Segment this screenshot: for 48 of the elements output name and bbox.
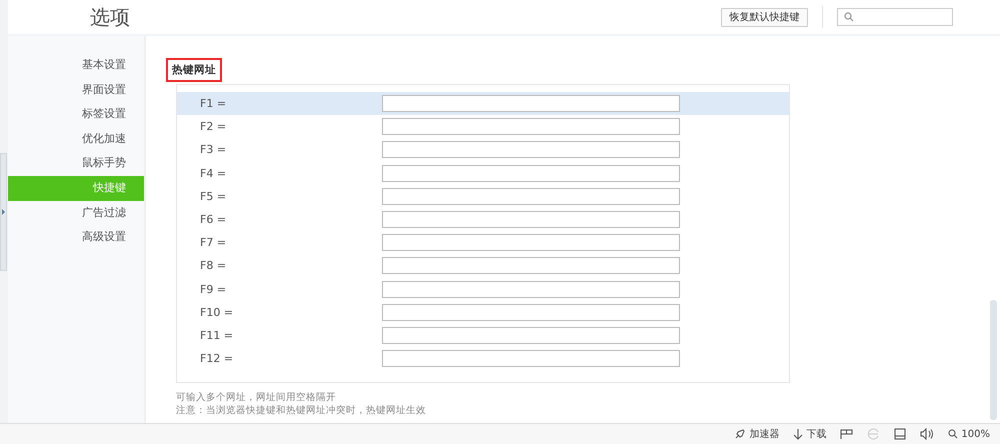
hotkey-label: F8 = bbox=[199, 259, 228, 272]
hotkey-label: F1 = bbox=[199, 97, 228, 110]
url-input-field[interactable] bbox=[382, 234, 680, 252]
url-input-field[interactable] bbox=[382, 164, 680, 182]
hint-text: 注意：当浏览器快捷键和热键网址冲突时，热键网址生效 bbox=[176, 404, 427, 418]
sidebar-item[interactable]: 优化加速 bbox=[8, 126, 144, 152]
hotkey-label: F5 = bbox=[199, 190, 228, 203]
hotkey-label: F4 = bbox=[199, 166, 228, 180]
page-title: 选项 bbox=[90, 4, 130, 30]
sidebar-item[interactable]: 广告过滤 bbox=[8, 200, 144, 226]
zoom-button[interactable]: 100% bbox=[948, 428, 990, 440]
url-input-field[interactable] bbox=[382, 211, 680, 228]
url-input-field[interactable] bbox=[382, 188, 680, 205]
hotkey-label: F3 = bbox=[199, 143, 228, 156]
collapse-handle[interactable] bbox=[0, 153, 7, 271]
search-field[interactable] bbox=[837, 8, 953, 26]
sidebar-item[interactable]: 基本设置 bbox=[8, 53, 144, 78]
reset-shortcuts-button[interactable]: 恢复默认快捷键 bbox=[721, 8, 808, 26]
hotkey-label: F2 = bbox=[199, 120, 228, 134]
sidebar-item[interactable]: 界面设置 bbox=[8, 78, 144, 102]
hint-text: 可输入多个网址，网址间用空格隔开 bbox=[176, 391, 337, 404]
url-input-field[interactable] bbox=[382, 141, 680, 158]
hotkey-label: F7 = bbox=[199, 236, 228, 250]
scrollbar-thumb[interactable] bbox=[990, 300, 997, 420]
hotkey-label: F9 = bbox=[199, 282, 228, 296]
flag-icon[interactable] bbox=[840, 428, 854, 440]
sidebar-item[interactable]: 鼠标手势 bbox=[8, 151, 144, 176]
hotkey-label: F10 = bbox=[199, 306, 234, 319]
url-input-field[interactable] bbox=[382, 304, 680, 321]
accelerator-button[interactable]: 加速器 bbox=[734, 427, 780, 441]
url-input-field[interactable] bbox=[382, 280, 680, 298]
hotkey-label: F6 = bbox=[199, 213, 228, 226]
url-input-field[interactable] bbox=[382, 257, 680, 274]
hotkey-label: F11 = bbox=[199, 328, 234, 342]
magnifier-icon bbox=[948, 429, 958, 439]
url-input-field[interactable] bbox=[382, 95, 680, 112]
url-input-field[interactable] bbox=[382, 350, 680, 368]
search-icon bbox=[844, 12, 854, 22]
window-icon[interactable] bbox=[894, 428, 906, 440]
speaker-icon[interactable] bbox=[920, 428, 934, 440]
url-input-field[interactable] bbox=[382, 118, 680, 136]
download-button[interactable]: 下载 bbox=[793, 427, 826, 441]
url-input-field[interactable] bbox=[382, 326, 680, 344]
hotkey-label: F12 = bbox=[199, 352, 234, 366]
sidebar-item[interactable]: 高级设置 bbox=[8, 225, 144, 250]
down-arrow-icon bbox=[793, 428, 804, 440]
section-title: 热键网址 bbox=[166, 58, 222, 82]
sidebar-item[interactable]: 标签设置 bbox=[8, 102, 144, 127]
